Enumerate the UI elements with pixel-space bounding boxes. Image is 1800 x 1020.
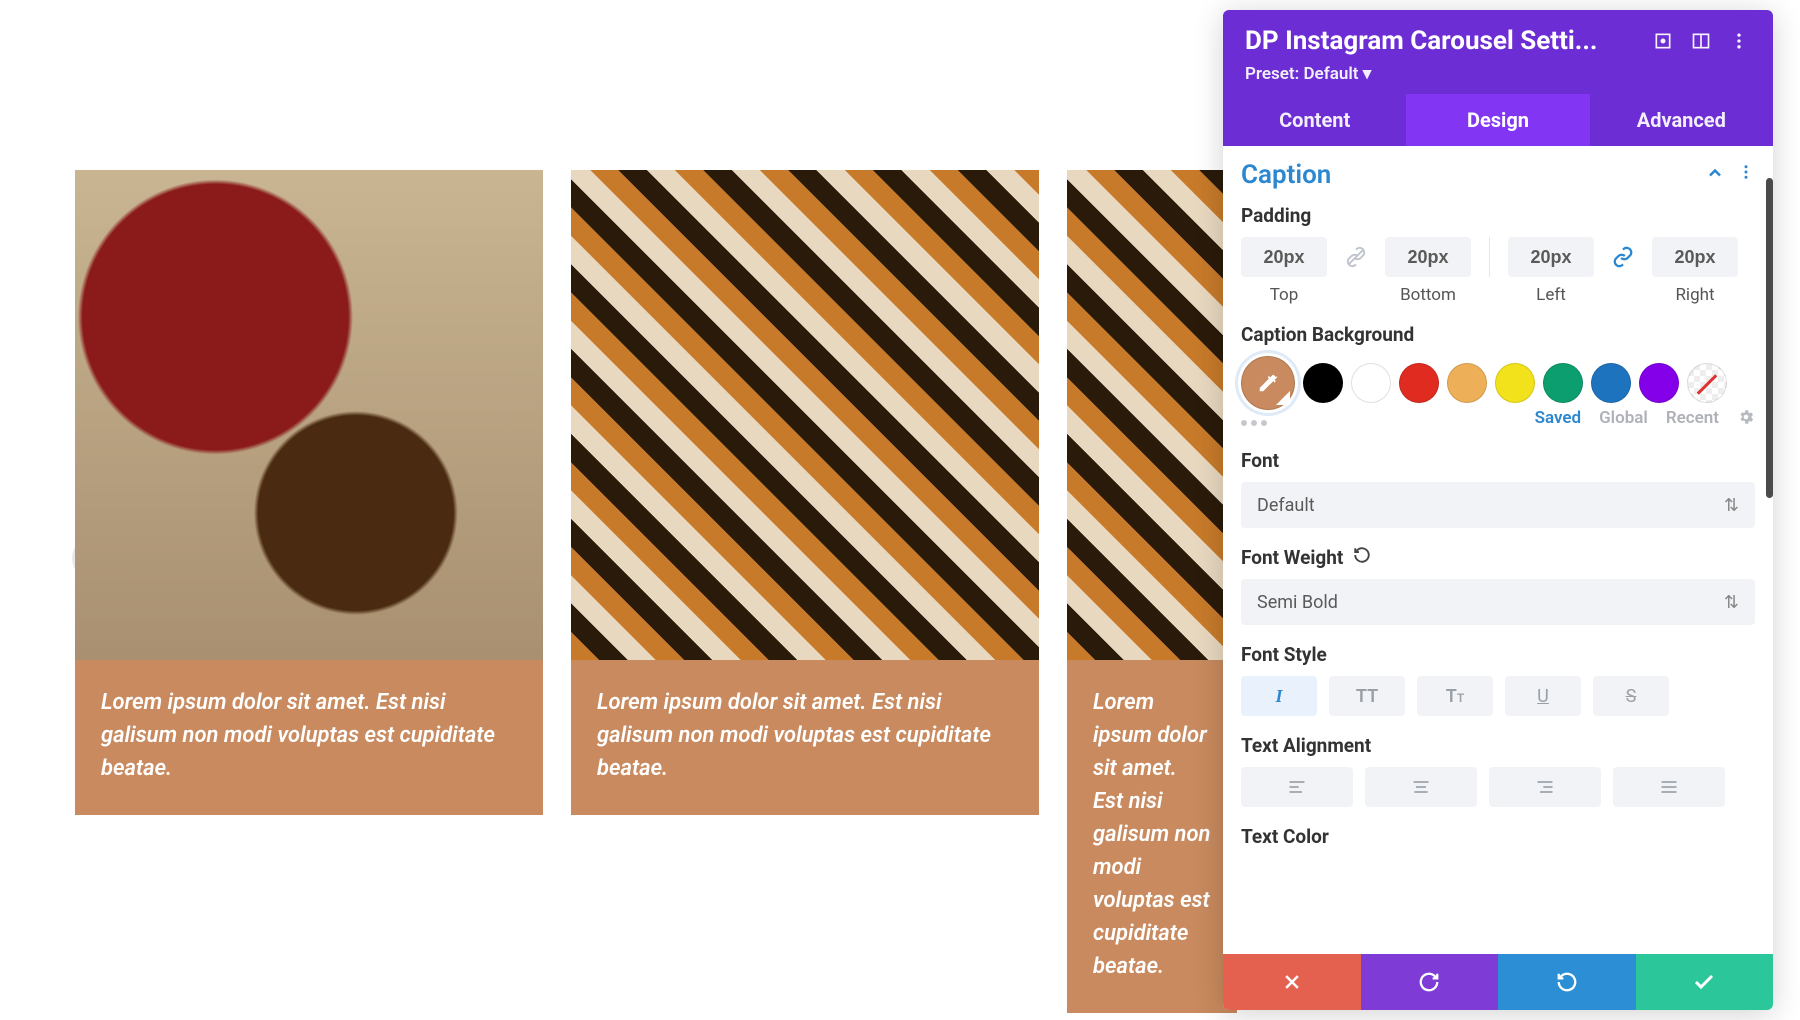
panel-title: DP Instagram Carousel Setti... [1245,26,1637,56]
padding-top-label: Top [1270,285,1299,305]
link-vertical-icon[interactable] [1341,237,1371,277]
font-style-buttons: I TT TT U S [1241,676,1755,716]
label-font-weight: Font Weight [1241,546,1755,569]
tab-advanced[interactable]: Advanced [1590,94,1773,146]
section-title-caption[interactable]: Caption [1241,160,1331,190]
eyedropper-swatch[interactable] [1241,356,1295,410]
carousel-caption: Lorem ipsum dolor sit amet. Est nisi gal… [1067,660,1237,1013]
carousel-caption: Lorem ipsum dolor sit amet. Est nisi gal… [571,660,1039,815]
gear-icon[interactable] [1737,408,1755,431]
text-align-buttons [1241,767,1755,807]
align-left-button[interactable] [1241,767,1353,807]
align-justify-button[interactable] [1613,767,1725,807]
close-button[interactable] [1223,954,1361,1010]
panel-header: DP Instagram Carousel Setti... Preset: D… [1223,10,1773,94]
padding-left-input[interactable] [1508,237,1594,277]
font-weight-select[interactable]: Semi Bold ⇅ [1241,579,1755,625]
color-swatch[interactable] [1639,363,1679,403]
panel-footer [1223,954,1773,1010]
font-weight-select-value: Semi Bold [1257,592,1338,613]
padding-bottom-label: Bottom [1400,285,1456,305]
color-swatch[interactable] [1399,363,1439,403]
align-right-button[interactable] [1489,767,1601,807]
underline-button[interactable]: U [1505,676,1581,716]
color-swatch[interactable] [1495,363,1535,403]
chevron-updown-icon: ⇅ [1724,495,1739,516]
undo-button[interactable] [1361,954,1499,1010]
padding-top-input[interactable] [1241,237,1327,277]
label-padding: Padding [1241,204,1755,227]
tab-design[interactable]: Design [1406,94,1589,146]
preset-label: Preset: Default [1245,64,1358,84]
font-select-value: Default [1257,495,1315,516]
carousel: Lorem ipsum dolor sit amet. Est nisi gal… [75,170,1237,1013]
chevron-updown-icon: ⇅ [1724,592,1739,613]
color-mode-global[interactable]: Global [1599,408,1648,431]
tab-content[interactable]: Content [1223,94,1406,146]
color-swatch[interactable] [1351,363,1391,403]
settings-panel: DP Instagram Carousel Setti... Preset: D… [1223,10,1773,1010]
label-font: Font [1241,449,1755,472]
color-mode-tabs: Saved Global Recent [1241,408,1755,431]
padding-controls: Top Bottom Left [1241,237,1755,305]
color-swatch[interactable] [1303,363,1343,403]
kebab-icon[interactable] [1737,163,1755,187]
padding-bottom-input[interactable] [1385,237,1471,277]
color-swatch[interactable] [1591,363,1631,403]
columns-icon[interactable] [1689,29,1713,53]
color-mode-saved[interactable]: Saved [1535,408,1582,431]
page-canvas: Lorem ipsum dolor sit amet. Est nisi gal… [0,0,1800,1020]
italic-button[interactable]: I [1241,676,1317,716]
smallcaps-button[interactable]: TT [1417,676,1493,716]
collapse-icon[interactable] [1705,163,1725,187]
carousel-caption: Lorem ipsum dolor sit amet. Est nisi gal… [75,660,543,815]
carousel-image [75,170,543,660]
label-caption-background: Caption Background [1241,323,1755,346]
color-mode-recent[interactable]: Recent [1666,408,1719,431]
chevron-down-icon: ▾ [1363,64,1372,84]
uppercase-button[interactable]: TT [1329,676,1405,716]
color-swatch[interactable] [1543,363,1583,403]
carousel-card[interactable]: Lorem ipsum dolor sit amet. Est nisi gal… [571,170,1039,1013]
link-horizontal-icon[interactable] [1608,237,1638,277]
expand-icon[interactable] [1651,29,1675,53]
align-center-button[interactable] [1365,767,1477,807]
carousel-image [571,170,1039,660]
color-swatches [1241,356,1755,410]
scrollbar-thumb[interactable] [1766,178,1773,498]
color-swatch-transparent[interactable] [1687,363,1727,403]
font-select[interactable]: Default ⇅ [1241,482,1755,528]
color-swatch[interactable] [1447,363,1487,403]
strikethrough-button[interactable]: S [1593,676,1669,716]
label-text-alignment: Text Alignment [1241,734,1755,757]
preset-dropdown[interactable]: Preset: Default ▾ [1245,64,1751,84]
carousel-card[interactable]: Lorem ipsum dolor sit amet. Est nisi gal… [75,170,543,1013]
padding-right-input[interactable] [1652,237,1738,277]
padding-left-label: Left [1536,285,1566,305]
reset-icon[interactable] [1353,546,1371,569]
label-text-color: Text Color [1241,825,1755,848]
panel-body: Caption Padding Top Bottom [1223,146,1773,954]
carousel-card[interactable]: Lorem ipsum dolor sit amet. Est nisi gal… [1067,170,1237,1013]
save-button[interactable] [1636,954,1774,1010]
carousel-image [1067,170,1237,660]
panel-tabs: Content Design Advanced [1223,94,1773,146]
kebab-icon[interactable] [1727,29,1751,53]
label-font-style: Font Style [1241,643,1755,666]
redo-button[interactable] [1498,954,1636,1010]
padding-right-label: Right [1675,285,1714,305]
font-weight-label-text: Font Weight [1241,546,1343,569]
